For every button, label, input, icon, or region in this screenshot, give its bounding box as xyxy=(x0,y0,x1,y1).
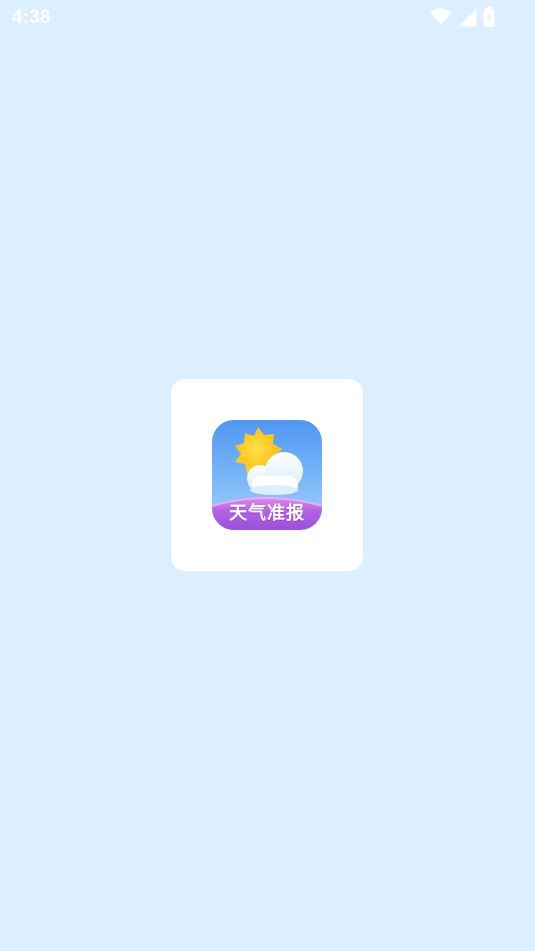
battery-charging-icon xyxy=(483,7,495,27)
status-time: 4:38 xyxy=(12,7,51,28)
status-icons xyxy=(430,7,495,27)
app-icon-label: 天气准报 xyxy=(229,503,305,524)
wifi-icon xyxy=(430,8,452,26)
splash-card: 天气准报 xyxy=(171,379,363,571)
status-bar: 4:38 xyxy=(0,0,535,36)
app-icon: 天气准报 xyxy=(212,420,322,530)
cellular-signal-icon xyxy=(458,8,477,27)
